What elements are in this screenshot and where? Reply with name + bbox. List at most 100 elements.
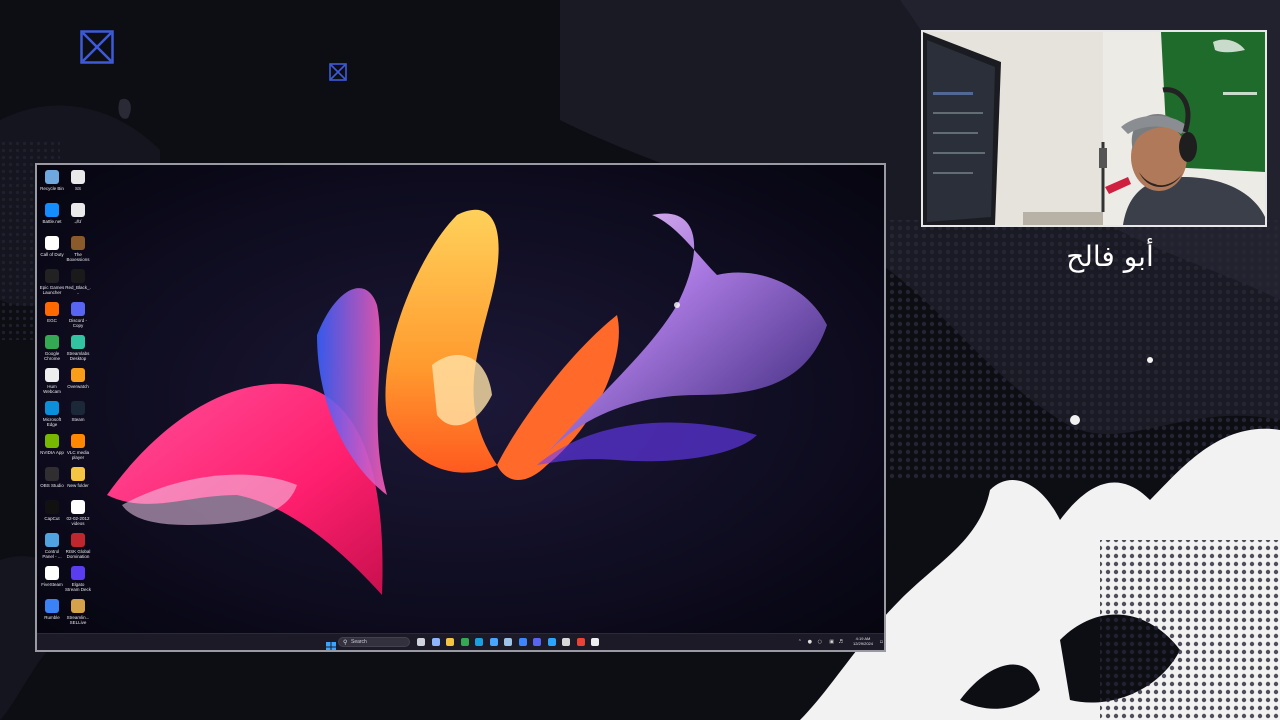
webcam-icon	[45, 368, 59, 382]
capcut-icon	[45, 500, 59, 514]
edge-icon	[45, 401, 59, 415]
chrome-icon[interactable]	[460, 638, 469, 646]
obs-icon[interactable]	[562, 638, 570, 646]
tray-app-icon[interactable]: ○	[818, 639, 822, 645]
desktop-icon-label: Rumble	[44, 615, 60, 620]
folder-icon	[71, 467, 85, 481]
recycle-bin-icon	[45, 170, 59, 184]
vlc-icon	[71, 434, 85, 448]
desktop-icon[interactable]: CapCut	[39, 500, 65, 521]
epic-games-icon	[45, 269, 59, 283]
desktop-icon[interactable]: Recycle Bin	[39, 170, 65, 191]
file-icon	[71, 203, 85, 217]
file-icon	[71, 170, 85, 184]
desktop-icon[interactable]: Red_Black_...	[65, 269, 91, 295]
file-explorer-icon[interactable]	[446, 638, 454, 646]
desktop-icon-label: Battle.net	[42, 219, 62, 224]
desktop-icon[interactable]: Elgato Stream Deck	[65, 566, 91, 592]
chrome-icon[interactable]	[576, 638, 585, 646]
game-icon	[71, 236, 85, 250]
desktop-icon[interactable]: Call of Duty	[39, 236, 65, 257]
battlenet-icon[interactable]	[547, 638, 556, 646]
store-icon[interactable]	[489, 638, 498, 646]
nvidia-icon	[45, 434, 59, 448]
desktop-icon[interactable]: Streamlin... SELLive	[65, 599, 91, 625]
desktop-icon-label: Microsoft Edge	[42, 417, 62, 427]
stream-deck-icon	[71, 566, 85, 580]
webcam-feed	[921, 30, 1267, 227]
desktop-icon[interactable]: كاك	[65, 203, 91, 224]
app-icon	[45, 566, 59, 580]
widgets-icon[interactable]	[431, 638, 440, 646]
webcam-image	[923, 32, 1265, 225]
start-button[interactable]	[326, 637, 336, 650]
desktop-icon[interactable]: 02-02-2012 videos	[65, 500, 91, 526]
desktop-icon-label: NVIDIA App	[40, 450, 64, 455]
edge-icon[interactable]	[475, 638, 483, 646]
desktop-icon-label: VLC media player	[66, 450, 90, 460]
desktop-icon[interactable]: Google Chrome	[39, 335, 65, 361]
chrome-icon	[71, 500, 85, 514]
steam-icon	[71, 401, 85, 415]
desktop-icon[interactable]: The Boxessions	[65, 236, 91, 262]
screen-capture: Recycle Bin SS Battle.net كاك Call of Duty Th…	[35, 163, 886, 652]
volume-icon[interactable]: ♬	[839, 639, 843, 645]
desktop-icon[interactable]: Steam	[65, 401, 91, 422]
desktop-icon-label: Control Panel - ...	[42, 549, 62, 559]
desktop-icon-label: OBS Studio	[40, 483, 64, 488]
task-view-icon[interactable]	[417, 638, 425, 646]
overwatch-icon	[71, 368, 85, 382]
obs-icon[interactable]	[591, 638, 599, 646]
discord-icon[interactable]	[533, 638, 541, 646]
desktop-icon-label: Call of Duty	[40, 252, 64, 257]
taskbar: ⚲ Search ⌃ ● ○ ▣ ♬ 4:19 AM 12/29/2024 ▫	[37, 633, 884, 650]
mail-icon[interactable]	[518, 638, 527, 646]
taskbar-search-placeholder: Search	[351, 639, 367, 645]
desktop-icon[interactable]: FiveSteam	[39, 566, 65, 587]
desktop-icon-label: Epic Games Launcher	[39, 285, 65, 295]
tray-overflow-icon[interactable]: ⌃	[798, 639, 802, 645]
clock-date: 12/29/2024	[852, 641, 874, 646]
desktop-icon[interactable]: OBS Studio	[39, 467, 65, 488]
desktop-icon[interactable]: RISK Global Domination	[65, 533, 91, 559]
discord-icon	[71, 302, 85, 316]
desktop-icon-label: CapCut	[44, 516, 60, 521]
desktop-icon[interactable]: Control Panel - ...	[39, 533, 65, 559]
desktop-icon-label: SS	[74, 186, 81, 191]
desktop-icon-label: Overwatch	[67, 384, 89, 389]
desktop-icon[interactable]: EGC	[39, 302, 65, 323]
steam-icon[interactable]	[504, 638, 512, 646]
taskbar-clock[interactable]: 4:19 AM 12/29/2024	[850, 636, 876, 646]
desktop-icon-label: Recycle Bin	[40, 186, 64, 191]
desktop-icon[interactable]: Overwatch	[65, 368, 91, 389]
desktop-icon-label: New folder	[67, 483, 89, 488]
control-panel-icon	[45, 533, 59, 547]
desktop-icon[interactable]: New folder	[65, 467, 91, 488]
rumble-icon	[45, 599, 59, 613]
app-icon	[45, 302, 59, 316]
desktop-wallpaper	[37, 165, 884, 635]
notification-icon[interactable]: ▫	[880, 639, 883, 645]
desktop-icon[interactable]: SS	[65, 170, 91, 191]
desktop-icon[interactable]: VLC media player	[65, 434, 91, 460]
tray-app-icon[interactable]: ●	[808, 639, 812, 645]
desktop-icon-label: كاك	[74, 219, 82, 224]
desktop-icon[interactable]: NVIDIA App	[39, 434, 65, 455]
desktop-icon-label: Streamlin... SELLive	[66, 615, 90, 625]
streamlabs-icon	[71, 335, 85, 349]
network-icon[interactable]: ▣	[829, 639, 834, 645]
taskbar-search-box[interactable]: ⚲ Search	[338, 637, 410, 647]
desktop-icon[interactable]: Hum Webcam	[39, 368, 65, 394]
chrome-icon	[45, 335, 59, 349]
windows-logo-icon	[326, 642, 336, 650]
broken-image-icon	[329, 63, 347, 81]
search-icon: ⚲	[343, 639, 348, 646]
desktop-icon-label: Discord - Copy	[68, 318, 87, 328]
desktop-icon[interactable]: Epic Games Launcher	[39, 269, 65, 295]
desktop-icon[interactable]: Discord - Copy	[65, 302, 91, 328]
desktop-icon[interactable]: Rumble	[39, 599, 65, 620]
desktop-icon-label: Red_Black_...	[65, 285, 91, 295]
desktop-icon[interactable]: Streamlabs Desktop	[65, 335, 91, 361]
desktop-icon[interactable]: Microsoft Edge	[39, 401, 65, 427]
desktop-icon[interactable]: Battle.net	[39, 203, 65, 224]
